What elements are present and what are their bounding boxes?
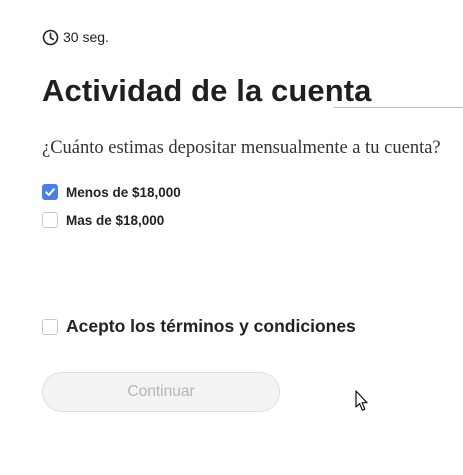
option-mas-18000[interactable]: Mas de $18,000 [42,212,164,228]
checkbox-checked[interactable] [42,184,58,200]
option-label: Mas de $18,000 [66,212,165,228]
deposit-question: ¿Cuánto estimas depositar mensualmente a… [42,138,441,158]
page-title: Actividad de la cuenta [42,73,372,108]
checkbox-unchecked[interactable] [42,212,58,228]
option-label: Menos de $18,000 [66,184,181,200]
check-icon [45,188,55,196]
title-divider [334,107,463,108]
option-menos-18000[interactable]: Menos de $18,000 [42,184,181,200]
terms-label: Acepto los términos y condiciones [66,316,356,336]
timer: 30 seg. [42,28,109,46]
terms-checkbox-row[interactable]: Acepto los términos y condiciones [42,316,356,337]
terms-checkbox[interactable] [42,318,58,335]
clock-icon [42,29,59,46]
mouse-cursor-icon [355,390,368,411]
timer-text: 30 seg. [63,29,109,45]
continue-button[interactable]: Continuar [42,372,280,412]
